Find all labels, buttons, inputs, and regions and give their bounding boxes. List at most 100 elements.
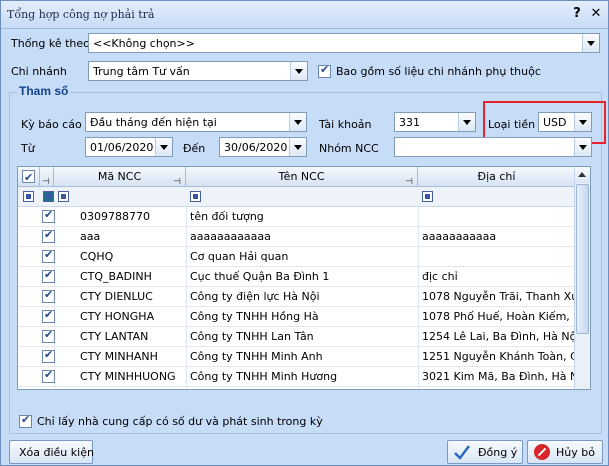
filter-icon[interactable] <box>43 191 54 202</box>
cell-ma-ncc: aaa <box>80 230 101 243</box>
cell-ten-ncc: Cơ quan Hải quan <box>190 250 289 263</box>
row-checkbox[interactable] <box>42 288 55 303</box>
xoa-dieu-kien-label: Xóa điều kiện <box>19 446 94 459</box>
den-label: Đến <box>183 142 206 155</box>
xoa-dieu-kien-button[interactable]: Xóa điều kiện <box>9 440 94 464</box>
cell-ma-ncc: CTQ_BADINH <box>80 270 152 283</box>
row-checkbox[interactable] <box>42 208 55 223</box>
row-checkbox[interactable] <box>42 268 55 283</box>
thong-ke-label: Thống kê theo <box>11 37 90 50</box>
chevron-down-icon[interactable] <box>582 34 599 52</box>
tu-date-picker[interactable]: 01/06/2020 <box>85 137 173 157</box>
table-row[interactable]: CQHQ Cơ quan Hải quan <box>18 247 576 267</box>
checkmark-icon <box>454 445 470 460</box>
cell-dia-chi: 1078 Nguyễn Trãi, Thanh Xuân, H <box>422 290 574 303</box>
cell-ma-ncc: CTY HONGHA <box>80 310 155 323</box>
huy-bo-button[interactable]: Hủy bỏ <box>527 440 603 464</box>
column-header-label: Mã NCC <box>97 170 142 183</box>
cell-ma-ncc: CQHQ <box>80 250 114 263</box>
table-row[interactable]: CTQ_BADINH Cục thuế Quận Ba Đình 1 địc c… <box>18 267 576 287</box>
table-row[interactable]: aaa aaaaaaaaaaaa aaaaaaaaaaa <box>18 227 576 247</box>
chevron-down-icon[interactable] <box>290 62 307 80</box>
title-bar: Tổng hợp công nợ phải trả ? ✕ <box>1 1 608 29</box>
table-row[interactable]: CTY MINHHUONG Công ty TNHH Minh Hương 30… <box>18 367 576 387</box>
supplier-grid: ⊣ Mã NCC ⊣ Tên NCC ⊣ Địa chỉ 0309788770 … <box>17 166 591 390</box>
column-header-ma-ncc[interactable]: Mã NCC ⊣ <box>54 167 186 187</box>
bao-gom-label: Bao gồm số liệu chi nhánh phụ thuộc <box>336 65 541 78</box>
cell-dia-chi: aaaaaaaaaaa <box>422 230 497 243</box>
cell-ma-ncc: CTY MINHANH <box>80 350 158 363</box>
cell-ma-ncc: 0309788770 <box>80 210 150 223</box>
row-checkbox[interactable] <box>42 348 55 363</box>
nhom-ncc-combo[interactable] <box>394 137 592 157</box>
column-header-dia-chi[interactable]: Địa chỉ <box>418 167 576 187</box>
den-date-picker[interactable]: 30/06/2020 <box>219 137 307 157</box>
den-value: 30/06/2020 <box>224 141 288 154</box>
chevron-down-icon[interactable] <box>289 138 306 156</box>
filter-row <box>18 187 590 207</box>
cell-dia-chi: địc chỉ <box>422 270 458 283</box>
window-title: Tổng hợp công nợ phải trả <box>7 8 155 21</box>
cell-ten-ncc: Công ty TNHH Minh Hương <box>190 370 338 383</box>
table-row[interactable]: CTY DIENLUC Công ty điện lực Hà Nội 1078… <box>18 287 576 307</box>
scroll-up-icon[interactable] <box>575 167 590 183</box>
cell-ma-ncc: CTY DIENLUC <box>80 290 153 303</box>
chevron-down-icon[interactable] <box>574 138 591 156</box>
close-button[interactable]: ✕ <box>588 6 604 22</box>
table-row[interactable]: CTY LANTAN Công ty TNHH Lan Tân 1254 Lê … <box>18 327 576 347</box>
chi-lay-checkbox[interactable] <box>19 413 32 428</box>
cell-ten-ncc: tên đối tượng <box>190 210 264 223</box>
filter-icon[interactable] <box>422 191 433 202</box>
params-group-title: Tham số <box>17 84 71 98</box>
nhom-ncc-label: Nhóm NCC <box>319 142 379 155</box>
dialog-window: Tổng hợp công nợ phải trả ? ✕ Thống kê t… <box>0 0 609 466</box>
filter-icon[interactable] <box>58 191 69 202</box>
table-row[interactable]: CTY HONGHA Công ty TNHH Hồng Hà 1078 Phố… <box>18 307 576 327</box>
row-checkbox[interactable] <box>42 248 55 263</box>
cell-ten-ncc: Công ty TNHH Hồng Hà <box>190 310 319 323</box>
dong-y-label: Đồng ý <box>478 446 518 459</box>
bao-gom-checkbox[interactable] <box>318 63 331 78</box>
select-all-checkbox[interactable] <box>22 168 35 188</box>
thong-ke-combo[interactable]: <<Không chọn>> <box>88 33 600 53</box>
chevron-down-icon[interactable] <box>289 113 306 131</box>
ky-bao-cao-combo[interactable]: Đầu tháng đến hiện tại <box>85 112 307 132</box>
thong-ke-value: <<Không chọn>> <box>93 37 195 50</box>
row-checkbox[interactable] <box>42 308 55 323</box>
cell-ma-ncc: CTY LANTAN <box>80 330 149 343</box>
filter-icon[interactable] <box>190 191 201 202</box>
scroll-thumb[interactable] <box>576 184 589 334</box>
table-row[interactable]: CTY MINHANH Công ty TNHH Minh Anh 1251 N… <box>18 347 576 367</box>
table-row[interactable]: 0309788770 tên đối tượng <box>18 207 576 227</box>
tai-khoan-label: Tài khoản <box>319 118 372 131</box>
help-button[interactable]: ? <box>569 6 585 22</box>
tu-label: Từ <box>21 142 35 155</box>
row-checkbox[interactable] <box>42 368 55 383</box>
cell-ten-ncc: Công ty TNHH Minh Anh <box>190 350 323 363</box>
ky-bao-cao-value: Đầu tháng đến hiện tại <box>90 116 217 129</box>
chi-nhanh-value: Trung tâm Tư vấn <box>93 65 190 78</box>
chevron-down-icon[interactable] <box>155 138 172 156</box>
pin-header: ⊣ <box>40 167 54 187</box>
column-header-ten-ncc[interactable]: Tên NCC ⊣ <box>186 167 418 187</box>
chi-nhanh-label: Chi nhánh <box>11 65 67 78</box>
cancel-icon <box>534 444 550 460</box>
column-header-label: Địa chỉ <box>477 170 516 183</box>
cell-ten-ncc: Công ty TNHH Lan Tân <box>190 330 314 343</box>
vertical-scrollbar[interactable] <box>574 167 590 389</box>
select-all-header[interactable] <box>18 167 40 188</box>
chevron-down-icon[interactable] <box>458 113 475 131</box>
filter-icon[interactable] <box>23 191 34 202</box>
tu-value: 01/06/2020 <box>90 141 154 154</box>
chi-nhanh-combo[interactable]: Trung tâm Tư vấn <box>88 61 308 81</box>
tai-khoan-combo[interactable]: 331 <box>394 112 476 132</box>
row-checkbox[interactable] <box>42 228 55 243</box>
huy-bo-label: Hủy bỏ <box>556 446 595 459</box>
dong-y-button[interactable]: Đồng ý <box>447 440 523 464</box>
cell-ten-ncc: Cục thuế Quận Ba Đình 1 <box>190 270 330 283</box>
row-checkbox[interactable] <box>42 328 55 343</box>
cell-dia-chi: 1078 Phố Huế, Hoàn Kiếm, Hà N <box>422 310 574 323</box>
chi-lay-label: Chỉ lấy nhà cung cấp có số dư và phát si… <box>37 415 323 428</box>
cell-dia-chi: 3021 Kim Mã, Ba Đình, Hà Nội <box>422 370 574 383</box>
cell-dia-chi: 1254 Lê Lai, Ba Đình, Hà Nội <box>422 330 574 343</box>
